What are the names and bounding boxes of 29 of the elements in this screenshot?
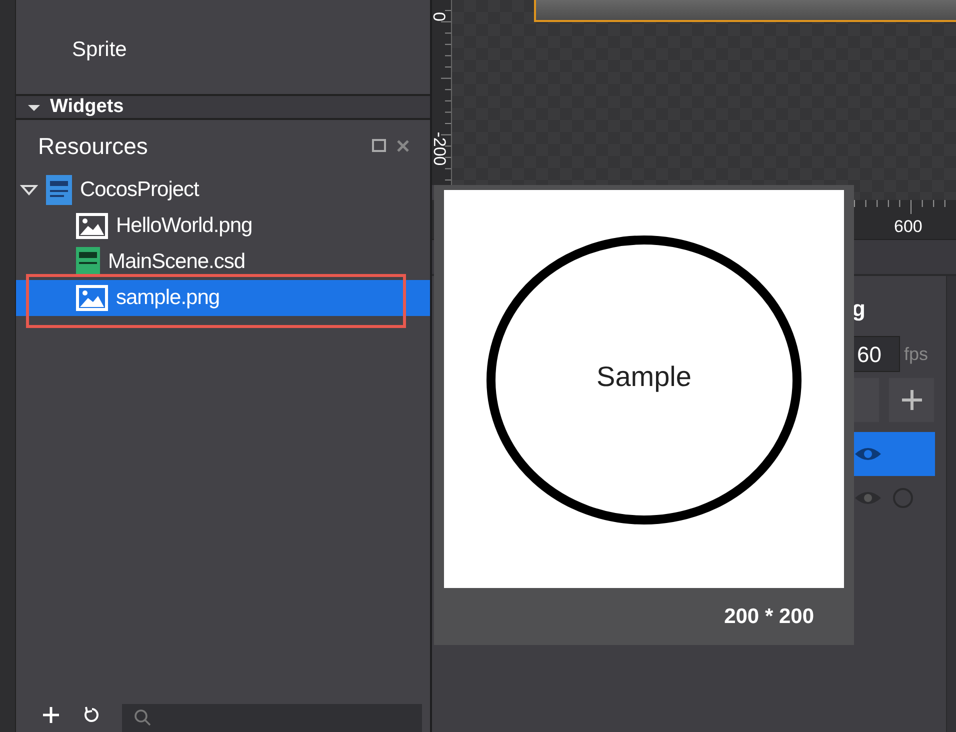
search-field[interactable] (122, 704, 422, 732)
image-file-icon (76, 285, 108, 311)
eye-icon[interactable] (854, 490, 882, 506)
expand-arrow-icon[interactable] (20, 184, 38, 196)
close-icon[interactable] (396, 139, 410, 153)
expand-arrow-icon[interactable] (26, 102, 42, 112)
add-icon[interactable] (42, 706, 60, 724)
image-text: Sample (596, 360, 692, 394)
document-icon (76, 247, 100, 277)
tree-item[interactable]: MainScene.csd (16, 244, 430, 280)
image-file-icon (76, 213, 108, 239)
image-size-label: 200 * 200 (724, 604, 814, 630)
eye-icon[interactable] (854, 446, 882, 462)
refresh-icon[interactable] (82, 706, 100, 724)
tree-item[interactable]: CocosProject (16, 172, 430, 208)
add-icon (900, 389, 923, 411)
object-item[interactable]: Sprite (16, 0, 430, 66)
document-icon (46, 175, 72, 205)
add-button[interactable] (889, 378, 934, 422)
ruler-label: 0 (428, 12, 450, 22)
panel-title: Resources (38, 132, 148, 161)
maximize-icon[interactable] (372, 139, 386, 153)
tree-item[interactable]: sample.png (16, 280, 430, 316)
search-icon (134, 709, 152, 727)
ruler-label: 600 (894, 216, 922, 238)
ruler-label: -200 (428, 132, 450, 166)
section-header[interactable]: Widgets (50, 96, 124, 118)
unit-label: fps (904, 342, 928, 366)
tree-item[interactable]: HelloWorld.png (16, 208, 430, 244)
